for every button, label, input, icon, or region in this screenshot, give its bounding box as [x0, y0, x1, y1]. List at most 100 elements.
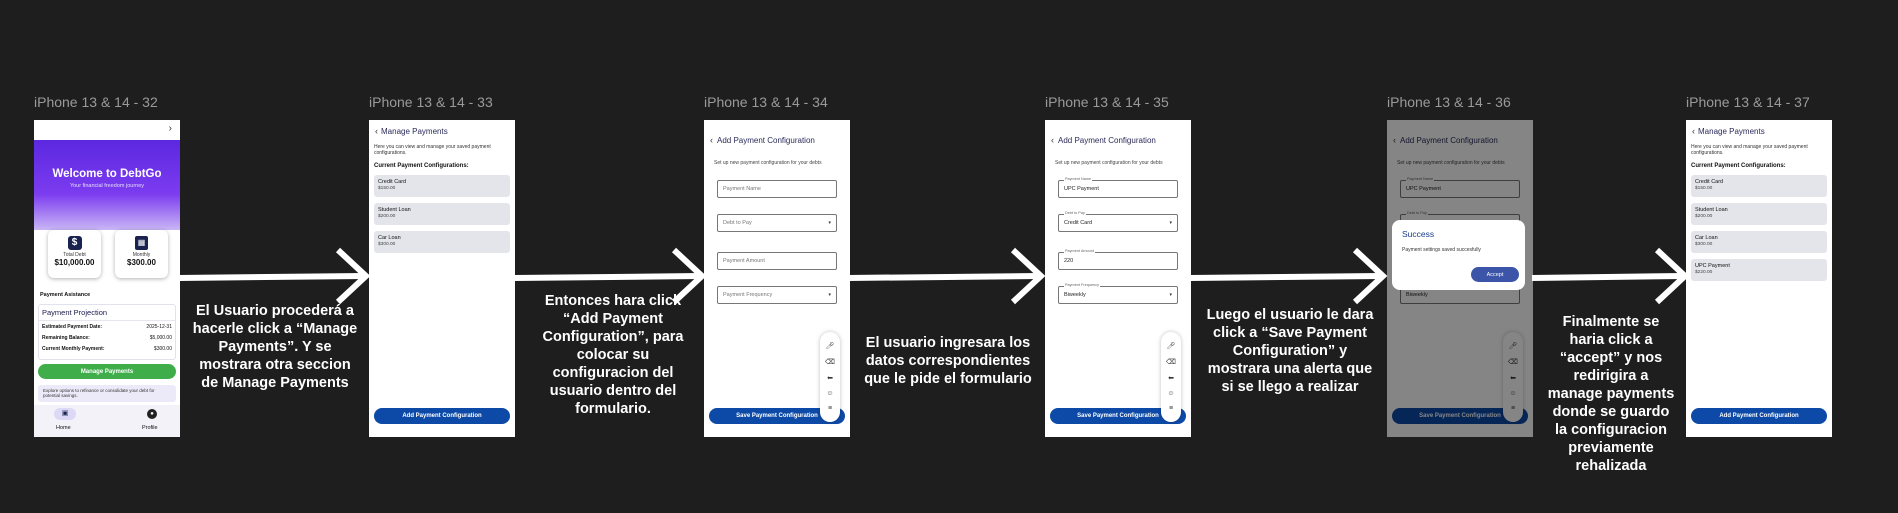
home-icon[interactable]: ▣ [54, 408, 76, 420]
profile-icon[interactable]: ● [147, 409, 157, 419]
dropdown-arrow-icon: ▾ [1169, 292, 1172, 298]
total-debt-value: $10,000.00 [54, 258, 95, 267]
placeholder: Payment Amount [723, 258, 765, 264]
item-name: Student Loan [378, 207, 411, 213]
welcome-banner: Welcome to DebtGo Your financial freedom… [34, 140, 180, 230]
row-value: 2025-12-31 [146, 324, 172, 330]
placeholder: Payment Name [723, 186, 761, 192]
microphone-icon[interactable]: 🎤︎ [1167, 342, 1176, 350]
debt-select[interactable]: Debt to Pay ▾ [717, 214, 837, 232]
frame-label-33: iPhone 13 & 14 - 33 [369, 94, 493, 110]
add-payment-config-button[interactable]: Add Payment Configuration [374, 408, 510, 424]
row-value: $5,000.00 [149, 335, 172, 341]
dropdown-arrow-icon: ▾ [828, 292, 831, 298]
nav-home-label[interactable]: Home [56, 425, 71, 431]
accept-button[interactable]: Accept [1471, 267, 1519, 282]
caption-step-5: Finalmente se haria click a “accept” y n… [1547, 314, 1675, 474]
delete-icon[interactable]: ⌫ [825, 358, 835, 366]
field-value: Credit Card [1064, 220, 1093, 226]
field-value: 220 [1064, 258, 1074, 264]
add-config-form-filled: ‹ Add Payment Configuration Set up new p… [1045, 120, 1191, 437]
manage-payments-button[interactable]: Manage Payments [38, 364, 176, 379]
delete-icon[interactable]: ⌫ [1166, 358, 1176, 366]
header: ‹ Manage Payments [375, 126, 448, 136]
total-debt-card: $ Total Debt $10,000.00 [48, 230, 101, 278]
tip-box: Explore options to refinance or consolid… [38, 385, 176, 402]
welcome-title: Welcome to DebtGo [52, 168, 162, 180]
payment-assistance-label: Payment Asistance [40, 292, 91, 298]
item-name: Car Loan [378, 235, 401, 241]
monthly-value: $300.00 [127, 258, 156, 267]
row-value: $300.00 [153, 346, 172, 352]
arrow-left-icon[interactable]: ⬅ [827, 374, 833, 382]
item-name: Student Loan [1695, 207, 1728, 213]
item-amount: $150.00 [378, 186, 396, 191]
projection-row: Current Monthly Payment: $300.00 [42, 346, 172, 357]
page-title: Add Payment Configuration [1058, 135, 1156, 145]
form-subtitle: Set up new payment configuration for you… [714, 160, 822, 166]
back-chevron-icon[interactable]: ‹ [375, 126, 378, 136]
caption-step-4: Luego el usuario le dara click a “Save P… [1206, 307, 1374, 395]
field-label: Payment Frequency [1064, 283, 1100, 287]
frame-label-35: iPhone 13 & 14 - 35 [1045, 94, 1169, 110]
frequency-select[interactable]: Payment Frequency Biweekly ▾ [1058, 283, 1178, 304]
nav-profile-label[interactable]: Profile [142, 425, 158, 431]
manage-payments-screen: ‹ Manage Payments Here you can view and … [369, 120, 515, 437]
payment-amount-field[interactable]: Payment Amount 220 [1058, 249, 1178, 270]
item-amount: $300.00 [1695, 242, 1713, 247]
field-value: Biweekly [1064, 292, 1086, 298]
divider [39, 320, 175, 321]
item-name: UPC Payment [1695, 263, 1730, 269]
list-item[interactable]: Credit Card $150.00 [374, 175, 510, 197]
list-item[interactable]: Car Loan $300.00 [1691, 231, 1827, 253]
dropdown-arrow-icon: ▾ [828, 220, 831, 226]
dropdown-arrow-icon: ▾ [1169, 220, 1172, 226]
payment-name-field[interactable]: Payment Name UPC Payment [1058, 177, 1178, 198]
page-title: Add Payment Configuration [717, 135, 815, 145]
back-chevron-icon[interactable]: ‹ [710, 135, 713, 145]
form-subtitle: Set up new payment configuration for you… [1055, 160, 1163, 166]
intro-text: Here you can view and manage your saved … [1691, 144, 1808, 156]
microphone-icon[interactable]: 🎤︎ [826, 342, 835, 350]
payment-name-field[interactable]: Payment Name [717, 180, 837, 198]
back-chevron-icon[interactable]: ‹ [1692, 126, 1695, 136]
emoji-icon[interactable]: ☺ [1167, 390, 1174, 397]
keyboard-toolbar: 🎤︎ ⌫ ⬅ ☺ ≡ [820, 332, 840, 422]
arrow-left-icon[interactable]: ⬅ [1168, 374, 1174, 382]
chevron-right-icon[interactable]: › [169, 123, 172, 134]
monthly-card: ▦ Monthly $300.00 [115, 230, 168, 278]
list-item[interactable]: Student Loan $200.00 [1691, 203, 1827, 225]
frame-label-36: iPhone 13 & 14 - 36 [1387, 94, 1511, 110]
current-configs-label: Current Payment Configurations: [1691, 163, 1786, 169]
row-key: Estimated Payment Date: [42, 324, 103, 330]
list-item[interactable]: UPC Payment $220.00 [1691, 259, 1827, 281]
keyboard-toolbar: 🎤︎ ⌫ ⬅ ☺ ≡ [1161, 332, 1181, 422]
back-chevron-icon[interactable]: ‹ [1051, 135, 1054, 145]
frame-label-32: iPhone 13 & 14 - 32 [34, 94, 158, 110]
menu-icon[interactable]: ≡ [828, 405, 832, 412]
list-item[interactable]: Student Loan $200.00 [374, 203, 510, 225]
add-payment-config-button[interactable]: Add Payment Configuration [1691, 408, 1827, 424]
field-label: Payment Amount [1064, 249, 1095, 253]
debt-select[interactable]: Debt to Pay Credit Card ▾ [1058, 211, 1178, 232]
manage-payments-updated-screen: ‹ Manage Payments Here you can view and … [1686, 120, 1832, 437]
item-amount: $150.00 [1695, 186, 1713, 191]
payment-amount-field[interactable]: Payment Amount [717, 252, 837, 270]
placeholder: Payment Frequency [723, 292, 773, 298]
projection-rows: Estimated Payment Date: 2025-12-31 Remain… [42, 324, 172, 357]
header: ‹ Manage Payments [1692, 126, 1765, 136]
list-item[interactable]: Credit Card $150.00 [1691, 175, 1827, 197]
emoji-icon[interactable]: ☺ [826, 390, 833, 397]
menu-icon[interactable]: ≡ [1169, 405, 1173, 412]
list-item[interactable]: Car Loan $300.00 [374, 231, 510, 253]
intro-text: Here you can view and manage your saved … [374, 144, 491, 156]
flow-arrow-5 [1532, 247, 1690, 305]
field-label: Debt to Pay [1064, 211, 1086, 215]
add-config-form-empty: ‹ Add Payment Configuration Set up new p… [704, 120, 850, 437]
success-alert-screen: ‹ Add Payment Configuration Set up new p… [1387, 120, 1533, 437]
field-label: Payment Name [1064, 177, 1093, 181]
calculator-icon: ▦ [135, 236, 148, 250]
projection-row: Remaining Balance: $5,000.00 [42, 335, 172, 346]
frequency-select[interactable]: Payment Frequency ▾ [717, 286, 837, 304]
money-bag-icon: $ [67, 236, 82, 250]
